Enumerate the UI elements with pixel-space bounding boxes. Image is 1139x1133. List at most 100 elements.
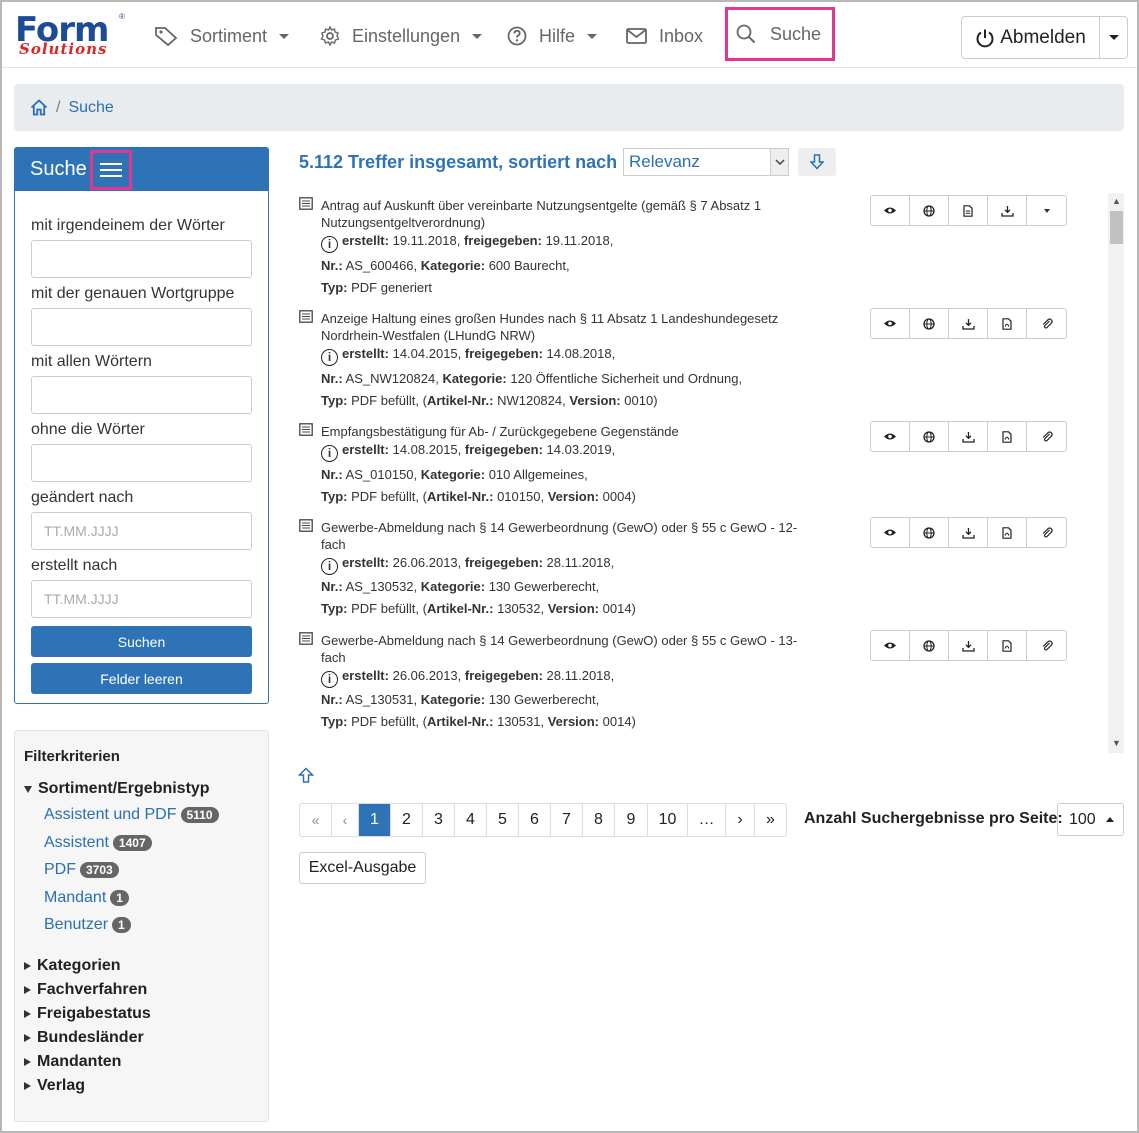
scroll-to-top-button[interactable] [297,767,315,788]
page-ellipsis[interactable]: … [688,804,726,836]
filter-item-benutzer[interactable]: Benutzer 1 [44,916,131,934]
chevron-down-icon [472,33,483,39]
online-button[interactable] [910,196,949,225]
results-scrollbar[interactable]: ▲ ▼ [1108,193,1124,753]
download-button[interactable] [949,631,988,660]
preview-button[interactable] [871,309,910,338]
page-2[interactable]: 2 [391,804,423,836]
pdf-button[interactable] [988,309,1027,338]
pdf-button[interactable] [988,631,1027,660]
filter-group-sortiment[interactable]: Sortiment/Ergebnistyp [24,780,210,798]
list-doc-icon [299,423,313,436]
filter-group-verlag[interactable]: Verlag [24,1077,85,1095]
logout-button[interactable]: Abmelden [962,17,1100,58]
preview-button[interactable] [871,518,910,547]
result-meta: Nr.: AS_600466, Kategorie: 600 Baurecht, [321,258,570,273]
sort-direction-button[interactable] [798,148,836,176]
result-title[interactable]: Gewerbe-Abmeldung nach § 14 Gewerbeordnu… [321,632,821,666]
preview-button[interactable] [871,196,910,225]
nav-inbox[interactable]: Inbox [626,20,703,52]
page-4[interactable]: 4 [455,804,487,836]
info-icon[interactable]: i [321,236,338,253]
online-button[interactable] [910,309,949,338]
any-words-input[interactable] [31,240,252,278]
nav-hilfe[interactable]: Hilfe [507,20,598,52]
online-button[interactable] [910,422,949,451]
page-5[interactable]: 5 [487,804,519,836]
filter-item-mandant[interactable]: Mandant 1 [44,889,129,907]
online-button[interactable] [910,518,949,547]
filter-item-assistent-pdf[interactable]: Assistent und PDF 5110 [44,806,219,824]
preview-button[interactable] [871,422,910,451]
filter-group-mandanten[interactable]: Mandanten [24,1053,121,1071]
attachment-button[interactable] [1027,422,1066,451]
info-icon[interactable]: i [321,671,338,688]
home-icon[interactable] [30,99,48,116]
result-actions [870,630,1067,661]
scroll-up-icon[interactable]: ▲ [1112,196,1121,206]
nav-einstellungen[interactable]: Einstellungen [320,20,483,52]
form-solutions-logo[interactable]: Form Solutions ® [15,10,127,58]
pdf-button[interactable] [988,518,1027,547]
result-title[interactable]: Anzeige Haltung eines großen Hundes nach… [321,310,821,344]
page-1[interactable]: 1 [359,804,391,836]
sort-select[interactable]: Relevanz [623,148,789,176]
result-title[interactable]: Antrag auf Auskunft über vereinbarte Nut… [321,197,821,231]
result-title[interactable]: Gewerbe-Abmeldung nach § 14 Gewerbeordnu… [321,519,821,553]
page-3[interactable]: 3 [423,804,455,836]
info-icon[interactable]: i [321,445,338,462]
more-options-button[interactable] [1027,196,1066,225]
page-last[interactable]: » [755,804,786,836]
all-words-input[interactable] [31,376,252,414]
filter-group-kategorien[interactable]: Kategorien [24,957,121,975]
changed-after-input[interactable]: TT.MM.JJJJ [31,512,252,550]
preview-button[interactable] [871,631,910,660]
navbar: Form Solutions ® Sortiment Einstellungen… [2,2,1137,68]
info-icon[interactable]: i [321,349,338,366]
filter-item-label: PDF [44,861,76,878]
filter-group-freigabestatus[interactable]: Freigabestatus [24,1005,151,1023]
download-button[interactable] [949,518,988,547]
download-icon [961,431,975,443]
search-button[interactable]: Suchen [31,626,252,657]
nav-sortiment[interactable]: Sortiment [154,20,290,52]
page-next[interactable]: › [726,804,755,836]
per-page-select[interactable]: 100 [1057,803,1124,836]
page-6[interactable]: 6 [519,804,551,836]
attachment-button[interactable] [1027,631,1066,660]
page-10[interactable]: 10 [648,804,688,836]
page-7[interactable]: 7 [551,804,583,836]
clear-fields-button[interactable]: Felder leeren [31,663,252,694]
page-prev[interactable]: ‹ [332,804,359,836]
created-after-input[interactable]: TT.MM.JJJJ [31,580,252,618]
download-button[interactable] [949,309,988,338]
nav-suche[interactable]: Suche [725,7,835,61]
scroll-down-icon[interactable]: ▼ [1112,738,1121,748]
result-title[interactable]: Empfangsbestätigung für Ab- / Zurückgege… [321,423,821,440]
result-dates: i erstellt: 19.11.2018, freigegeben: 19.1… [321,233,613,253]
download-button[interactable] [949,422,988,451]
page-8[interactable]: 8 [583,804,615,836]
scrollbar-thumb[interactable] [1110,211,1123,244]
download-icon [1000,205,1014,217]
menu-toggle-icon[interactable] [90,150,132,190]
excel-export-button[interactable]: Excel-Ausgabe [299,852,426,884]
without-words-input[interactable] [31,444,252,482]
filter-item-label: Benutzer [44,916,109,933]
page-first[interactable]: « [300,804,332,836]
filter-group-bundeslaender[interactable]: Bundesländer [24,1029,144,1047]
online-button[interactable] [910,631,949,660]
attachment-button[interactable] [1027,309,1066,338]
filter-item-assistent[interactable]: Assistent 1407 [44,834,152,852]
filter-item-pdf[interactable]: PDF 3703 [44,861,119,879]
page-9[interactable]: 9 [615,804,648,836]
document-button[interactable] [949,196,988,225]
filter-group-fachverfahren[interactable]: Fachverfahren [24,981,147,999]
pdf-button[interactable] [988,422,1027,451]
breadcrumb-current[interactable]: Suche [68,99,113,117]
attachment-button[interactable] [1027,518,1066,547]
download-button[interactable] [988,196,1027,225]
info-icon[interactable]: i [321,558,338,575]
logout-dropdown-toggle[interactable] [1100,17,1127,58]
exact-phrase-input[interactable] [31,308,252,346]
